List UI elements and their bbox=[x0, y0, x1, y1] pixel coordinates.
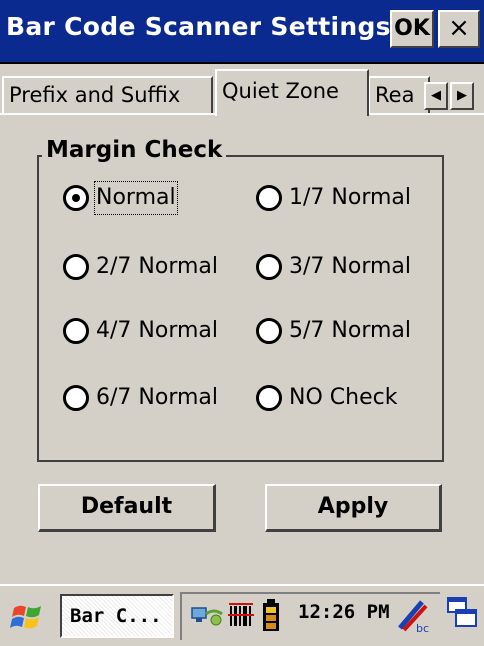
tab-strip: Prefix and Suffix Quiet Zone Rea ◀ ▶ bbox=[0, 64, 484, 116]
clock[interactable]: 12:26 PM bbox=[298, 601, 390, 623]
tab-read[interactable]: Rea bbox=[368, 76, 430, 114]
title-bar: Bar Code Scanner Settings OK × bbox=[0, 0, 484, 64]
close-button[interactable]: × bbox=[438, 10, 480, 48]
input-panel-icon[interactable]: bc bbox=[396, 598, 430, 634]
radio-label: Normal bbox=[94, 181, 178, 215]
tab-scroll-right-icon[interactable]: ▶ bbox=[450, 82, 474, 110]
tab-scroll-left-icon[interactable]: ◀ bbox=[424, 82, 448, 110]
radio-empty-icon bbox=[256, 318, 282, 344]
svg-text:bc: bc bbox=[416, 622, 429, 634]
apply-button[interactable]: Apply bbox=[265, 484, 442, 532]
margin-check-legend: Margin Check bbox=[42, 137, 227, 163]
radio-label: 6/7 Normal bbox=[96, 385, 218, 410]
desktop-windows-icon[interactable] bbox=[446, 596, 480, 634]
radio-label: 1/7 Normal bbox=[289, 185, 411, 210]
radio-label: NO Check bbox=[289, 385, 398, 410]
window-title: Bar Code Scanner Settings bbox=[6, 12, 391, 41]
taskbar-app-button[interactable]: Bar C... bbox=[60, 594, 174, 638]
radio-label: 2/7 Normal bbox=[96, 254, 218, 279]
radio-label: 4/7 Normal bbox=[96, 318, 218, 343]
ok-button[interactable]: OK bbox=[390, 10, 434, 48]
radio-empty-icon bbox=[256, 185, 282, 211]
radio-empty-icon bbox=[256, 385, 282, 411]
default-button[interactable]: Default bbox=[38, 484, 216, 532]
tab-prefix-and-suffix[interactable]: Prefix and Suffix bbox=[2, 76, 213, 114]
radio-selected-icon bbox=[63, 185, 89, 211]
radio-empty-icon bbox=[63, 318, 89, 344]
radio-label: 3/7 Normal bbox=[289, 254, 411, 279]
radio-empty-icon bbox=[63, 385, 89, 411]
radio-empty-icon bbox=[63, 254, 89, 280]
taskbar: Bar C... 12:26 PM bc bbox=[0, 584, 484, 646]
network-connection-icon[interactable] bbox=[190, 602, 224, 630]
radio-label: 5/7 Normal bbox=[289, 318, 411, 343]
radio-empty-icon bbox=[256, 254, 282, 280]
start-windows-flag-icon[interactable] bbox=[10, 600, 46, 634]
settings-window: Bar Code Scanner Settings OK × Prefix an… bbox=[0, 0, 484, 646]
tab-quiet-zone[interactable]: Quiet Zone bbox=[215, 69, 369, 116]
battery-icon[interactable] bbox=[262, 598, 280, 632]
barcode-scanner-icon[interactable] bbox=[228, 600, 254, 630]
